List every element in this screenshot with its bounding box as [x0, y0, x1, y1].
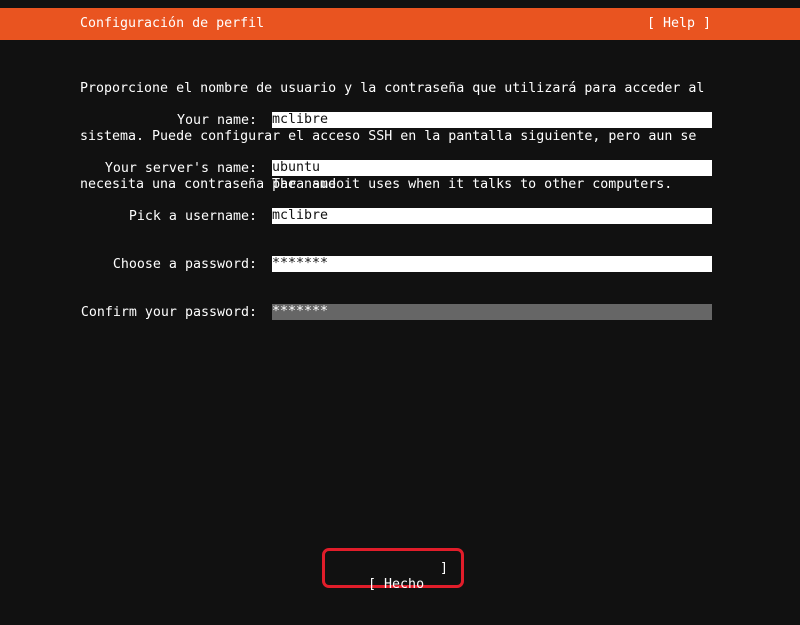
confirm-password-label: Confirm your password:: [80, 305, 257, 320]
your-name-field[interactable]: mclibre: [272, 112, 712, 128]
your-name-label: Your name:: [176, 113, 257, 128]
server-name-label: Your server's name:: [104, 161, 257, 176]
password-label: Choose a password:: [112, 257, 257, 272]
intro-line-1: Proporcione el nombre de usuario y la co…: [80, 81, 705, 96]
done-button-bracket: ]: [439, 561, 448, 576]
intro-line-2: sistema. Puede configurar el acceso SSH …: [80, 129, 697, 144]
password-field[interactable]: *******: [272, 256, 712, 272]
server-name-hint: The name it uses when it talks to other …: [272, 177, 673, 192]
confirm-password-field[interactable]: *******: [272, 304, 712, 320]
intro-text: Proporcione el nombre de usuario y la co…: [80, 49, 720, 225]
server-name-field[interactable]: ubuntu: [272, 160, 712, 176]
done-button-label: [ Hecho: [368, 577, 425, 592]
installer-screen: Configuración de perfil [ Help ] Proporc…: [0, 0, 800, 600]
page-title: Configuración de perfil: [80, 16, 265, 31]
help-button[interactable]: [ Help ]: [647, 16, 711, 32]
username-field[interactable]: mclibre: [272, 208, 712, 224]
title-bar: Configuración de perfil [ Help ]: [0, 8, 800, 40]
bottom-bar: [0, 592, 800, 600]
username-label: Pick a username:: [128, 209, 257, 224]
